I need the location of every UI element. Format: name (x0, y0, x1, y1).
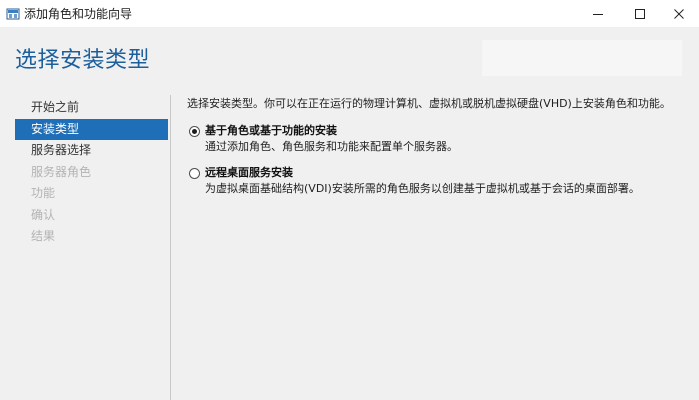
window-title: 添加角色和功能向导 (24, 7, 133, 21)
nav-divider (170, 95, 171, 400)
nav-item-features: 功能 (31, 186, 56, 200)
nav-item-before-you-begin[interactable]: 开始之前 (15, 97, 168, 119)
nav-item-results: 结果 (31, 229, 56, 243)
close-button[interactable] (656, 0, 699, 27)
radio-selected-dot (192, 129, 197, 134)
nav-item-installation-type[interactable]: 安装类型 (15, 118, 168, 140)
option-label[interactable]: 基于角色或基于功能的安装 (205, 123, 458, 138)
server-manager-icon (6, 6, 20, 20)
title-bar: 添加角色和功能向导 (0, 0, 699, 27)
close-icon (674, 8, 684, 19)
option-description: 为虚拟桌面基础结构(VDI)安装所需的角色服务以创建基于虚拟机或基于会话的桌面部… (205, 182, 640, 195)
wizard-nav: 开始之前 安装类型 服务器选择 服务器角色 功能 确认 结果 (15, 97, 170, 248)
nav-item-server-selection[interactable]: 服务器选择 (15, 140, 168, 162)
option-description: 通过添加角色、角色服务和功能来配置单个服务器。 (205, 140, 458, 153)
nav-item-server-roles: 服务器角色 (31, 164, 92, 179)
remote-desktop-radio[interactable] (189, 168, 200, 179)
role-based-radio[interactable] (189, 126, 200, 137)
minimize-icon (593, 13, 603, 15)
wizard-header: 选择安装类型 (0, 27, 699, 90)
option-remote-desktop-install[interactable]: 远程桌面服务安装 为虚拟桌面基础结构(VDI)安装所需的角色服务以创建基于虚拟机… (187, 165, 640, 197)
nav-item-confirmation: 确认 (31, 207, 56, 222)
option-label[interactable]: 远程桌面服务安装 (205, 165, 640, 180)
option-role-based-install[interactable]: 基于角色或基于功能的安装 通过添加角色、角色服务和功能来配置单个服务器。 (187, 123, 458, 155)
destination-server-panel (482, 40, 682, 76)
page-description: 选择安装类型。你可以在正在运行的物理计算机、虚拟机或脱机虚拟硬盘(VHD)上安装… (187, 97, 671, 110)
maximize-icon (635, 8, 645, 19)
minimize-button[interactable] (575, 0, 621, 27)
page-title: 选择安装类型 (15, 48, 151, 73)
main-content: 选择安装类型。你可以在正在运行的物理计算机、虚拟机或脱机虚拟硬盘(VHD)上安装… (187, 96, 687, 195)
